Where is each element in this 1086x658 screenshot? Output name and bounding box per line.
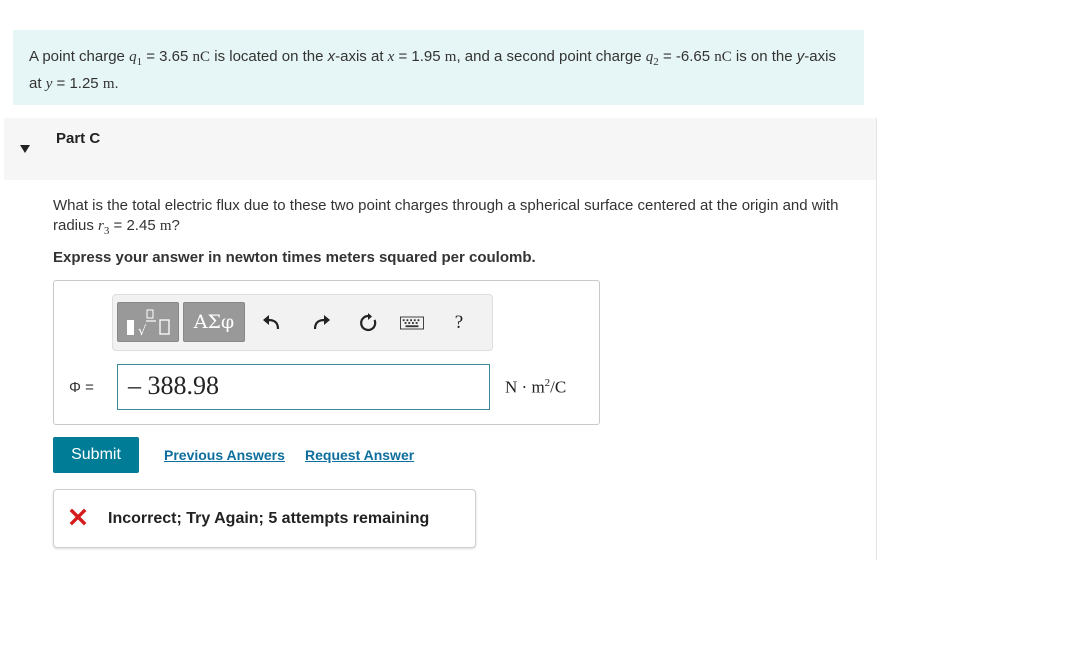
svg-text:√: √	[138, 324, 147, 339]
intro-text: -axis at	[335, 48, 388, 65]
intro-text: , and a second point charge	[456, 48, 646, 65]
intro-text: .	[114, 75, 119, 92]
q1-value: = 3.65	[142, 48, 193, 65]
answer-instruction: Express your answer in newton times mete…	[53, 249, 536, 266]
greek-symbols-icon: ΑΣφ	[193, 311, 235, 333]
question-end: ?	[171, 217, 180, 234]
math-toolbar: √ ΑΣφ ?	[112, 294, 493, 351]
q1-unit: nC	[192, 49, 211, 65]
submit-button[interactable]: Submit	[53, 437, 139, 473]
q1-symbol: q	[129, 49, 137, 65]
x-value: = 1.95	[394, 48, 445, 65]
request-answer-link[interactable]: Request Answer	[305, 447, 414, 463]
question-text: What is the total electric flux due to t…	[53, 196, 883, 241]
incorrect-x-icon	[69, 508, 87, 526]
templates-button[interactable]: √	[117, 302, 179, 342]
keyboard-icon[interactable]	[400, 311, 424, 335]
help-icon[interactable]: ?	[447, 311, 471, 335]
y-value: = 1.25	[52, 75, 103, 92]
answer-unit: N · m2/C	[505, 377, 566, 398]
r3-unit: m	[159, 218, 172, 234]
part-header[interactable]: Part C	[4, 118, 876, 180]
divider	[876, 118, 877, 560]
redo-icon[interactable]	[309, 311, 333, 335]
q2-unit: nC	[714, 49, 732, 65]
unit-base: N · m	[505, 377, 545, 397]
part-title: Part C	[56, 130, 101, 147]
previous-answers-link[interactable]: Previous Answers	[164, 447, 285, 463]
greek-symbols-button[interactable]: ΑΣφ	[183, 302, 245, 342]
reset-icon[interactable]	[356, 311, 380, 335]
unit-tail: /C	[550, 377, 567, 397]
answer-input[interactable]: – 388.98	[117, 364, 490, 410]
answer-box: √ ΑΣφ ? Φ = – 388.98 N · m2/C	[53, 280, 600, 425]
x-unit: m	[444, 49, 457, 65]
feedback-text: Incorrect; Try Again; 5 attempts remaini…	[108, 510, 430, 527]
intro-text: A point charge	[29, 48, 130, 65]
q2-value: = -6.65	[658, 48, 715, 65]
y-unit: m	[102, 76, 115, 92]
undo-icon[interactable]	[260, 311, 284, 335]
feedback-box: Incorrect; Try Again; 5 attempts remaini…	[53, 489, 476, 548]
problem-statement: A point charge q1 = 3.65 nC is located o…	[13, 30, 864, 105]
collapse-triangle-icon[interactable]	[20, 145, 30, 153]
intro-text: is on the	[731, 48, 797, 65]
intro-text: is located on the	[210, 48, 328, 65]
answer-variable-label: Φ =	[69, 379, 94, 396]
templates-icon: √	[127, 309, 170, 339]
r3-value: = 2.45	[109, 217, 160, 234]
